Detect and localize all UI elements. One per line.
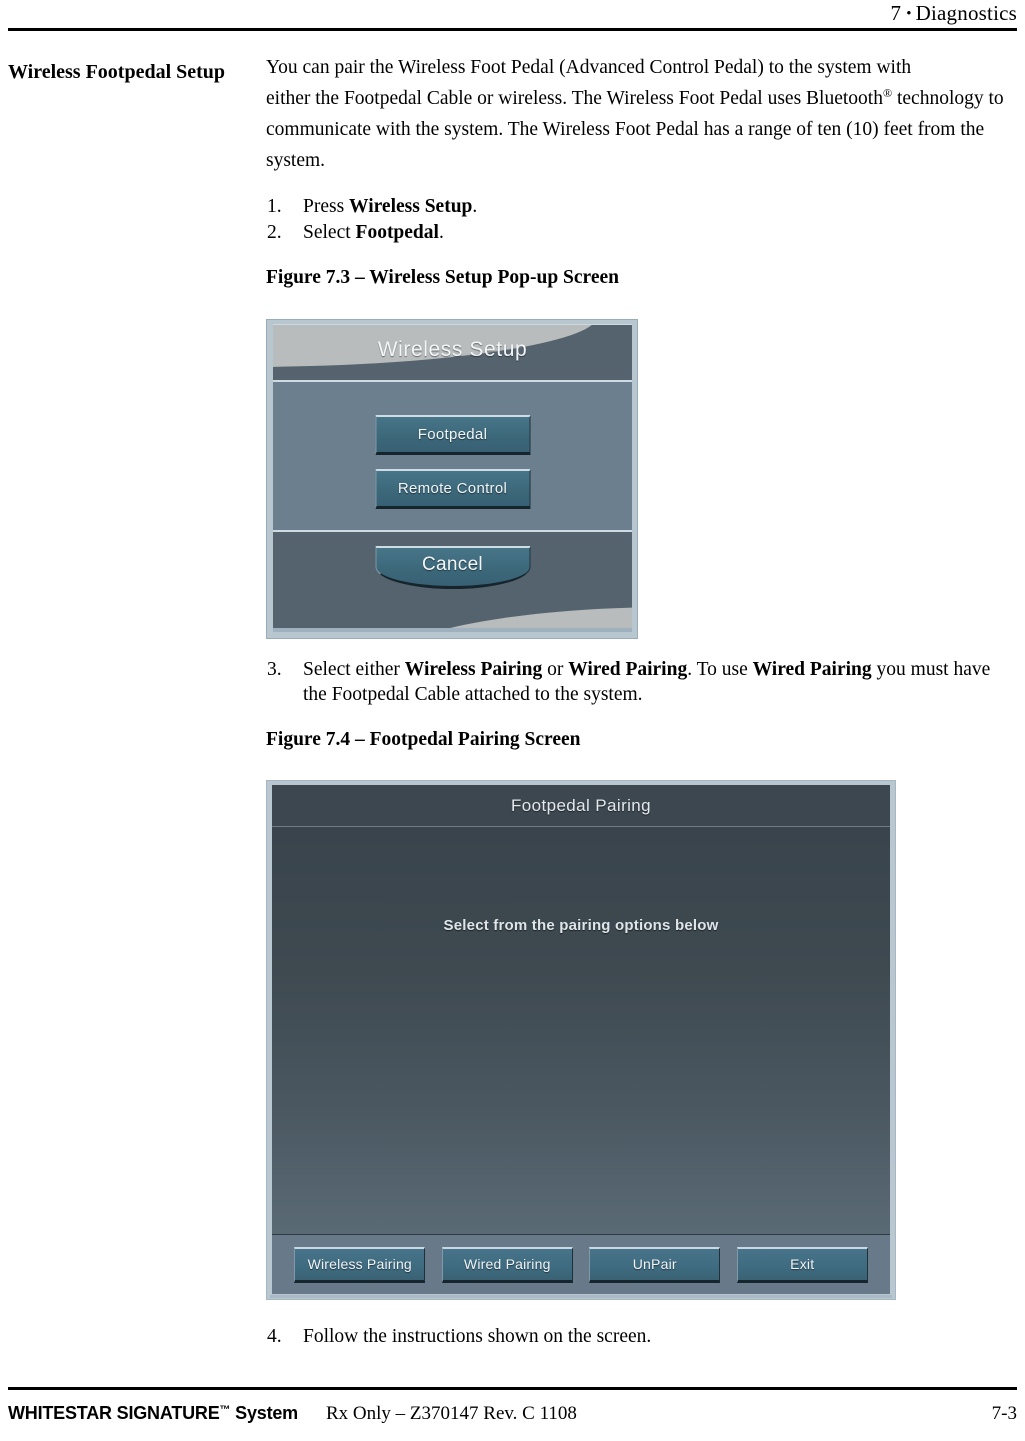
wireless-setup-dialog: Wireless Setup Footpedal Remote Control (266, 319, 638, 639)
figure-74-image: Footpedal Pairing Select from the pairin… (266, 780, 896, 1300)
intro-line-1: You can pair the Wireless Foot Pedal (Ad… (266, 57, 912, 78)
steps-list-1-2: 1. Press Wireless Setup. 2. Select Footped… (266, 194, 1016, 245)
running-head: 7 • Diagnostics (890, 0, 1017, 29)
step2-post: . (438, 222, 444, 243)
step1-pre: Press (303, 196, 350, 217)
list-item: 3. Select either Wireless Pairing or Wire… (266, 657, 1016, 707)
step3-t2: or (542, 659, 569, 680)
footer-document-id: Rx Only – Z370147 Rev. C 1108 (326, 1403, 577, 1424)
section-side-heading: Wireless Footpedal Setup (8, 61, 226, 83)
unpair-button-label: UnPair (632, 1256, 677, 1272)
step1-post: . (472, 196, 478, 217)
step3-b1: Wireless Pairing (404, 659, 543, 680)
figure-73-caption: Figure 7.3 – Wireless Setup Pop-up Scree… (266, 267, 620, 288)
list-item: 4. Follow the instructions shown on the s… (266, 1324, 1016, 1349)
steps-list-4: 4. Follow the instructions shown on the s… (266, 1324, 1016, 1349)
list-item-number: 3. (267, 659, 282, 680)
figure-73-image: Wireless Setup Footpedal Remote Control (266, 319, 638, 639)
bullet-separator: • (906, 6, 912, 22)
cancel-button-label: Cancel (422, 554, 483, 575)
footer-product-name: WHITESTAR SIGNATURE™ System (8, 1403, 298, 1424)
trademark-symbol: ™ (219, 1404, 231, 1416)
footpedal-pairing-screen-inner: Footpedal Pairing Select from the pairin… (272, 785, 890, 1294)
step3-t1: Select either (303, 659, 405, 680)
wired-pairing-button[interactable]: Wired Pairing (441, 1246, 573, 1283)
footer-page-number: 7-3 (991, 1403, 1017, 1424)
footpedal-pairing-title: Footpedal Pairing (272, 785, 890, 827)
footer-divider-rule (8, 1387, 1017, 1390)
exit-button-label: Exit (790, 1256, 815, 1272)
intro-line-2: either the Footpedal Cable or wireless. … (266, 83, 1016, 176)
registered-trademark-symbol: ® (882, 86, 893, 100)
step3-b2: Wired Pairing (568, 659, 688, 680)
step3-t3: . To use (687, 659, 753, 680)
wireless-setup-footer: Cancel (273, 532, 632, 632)
remote-control-button-label: Remote Control (397, 480, 508, 497)
wireless-setup-title-text: Wireless Setup (377, 338, 528, 361)
wireless-pairing-button[interactable]: Wireless Pairing (294, 1246, 426, 1283)
unpair-button[interactable]: UnPair (589, 1246, 721, 1283)
footpedal-pairing-screen: Footpedal Pairing Select from the pairin… (266, 780, 896, 1300)
footpedal-pairing-body: Select from the pairing options below (272, 827, 890, 1234)
footer-product-suffix: System (230, 1403, 298, 1423)
screen-baseline-strip (270, 1295, 892, 1298)
cancel-button[interactable]: Cancel (375, 546, 530, 589)
dialog-baseline-strip (273, 628, 632, 632)
footpedal-button[interactable]: Footpedal (375, 415, 530, 455)
page-footer: WHITESTAR SIGNATURE™ System Rx Only – Z3… (8, 1387, 1017, 1433)
wireless-setup-titlebar: Wireless Setup (273, 325, 632, 380)
wireless-setup-dialog-inner: Wireless Setup Footpedal Remote Control (273, 324, 632, 632)
chapter-number: 7 (890, 1, 902, 25)
step2-bold: Footpedal (355, 222, 439, 243)
steps-list-3: 3. Select either Wireless Pairing or Wire… (266, 657, 1016, 707)
chapter-title: Diagnostics (915, 1, 1017, 25)
footpedal-pairing-button-bar: Wireless Pairing Wired Pairing UnPair Ex… (272, 1234, 890, 1294)
header-divider-rule (8, 28, 1017, 31)
wireless-pairing-button-label: Wireless Pairing (307, 1256, 412, 1272)
list-item-number: 2. (267, 222, 282, 243)
step4-text: Follow the instructions shown on the scr… (303, 1326, 652, 1347)
step2-pre: Select (303, 222, 356, 243)
page-header: 7 • Diagnostics (8, 0, 1017, 34)
wired-pairing-button-label: Wired Pairing (463, 1256, 551, 1272)
wireless-setup-body: Footpedal Remote Control (273, 382, 632, 530)
list-item-number: 4. (267, 1326, 282, 1347)
list-item-number: 1. (267, 196, 282, 217)
figure-74-caption: Figure 7.4 – Footpedal Pairing Screen (266, 729, 581, 750)
intro-line-2-pre: either the Footpedal Cable or wireless. … (266, 88, 883, 109)
intro-paragraph: You can pair the Wireless Foot Pedal (Ad… (266, 52, 1016, 176)
footpedal-button-label: Footpedal (417, 426, 488, 443)
list-item: 1. Press Wireless Setup. (266, 194, 1016, 219)
step1-bold: Wireless Setup (349, 196, 473, 217)
remote-control-button[interactable]: Remote Control (375, 469, 530, 509)
pairing-hint-text: Select from the pairing options below (443, 917, 719, 934)
list-item: 2. Select Footpedal. (266, 220, 1016, 245)
body-column: You can pair the Wireless Foot Pedal (Ad… (266, 52, 1016, 1349)
step3-b3: Wired Pairing (752, 659, 872, 680)
footer-product-base: WHITESTAR SIGNATURE (8, 1403, 220, 1423)
exit-button[interactable]: Exit (736, 1246, 868, 1283)
